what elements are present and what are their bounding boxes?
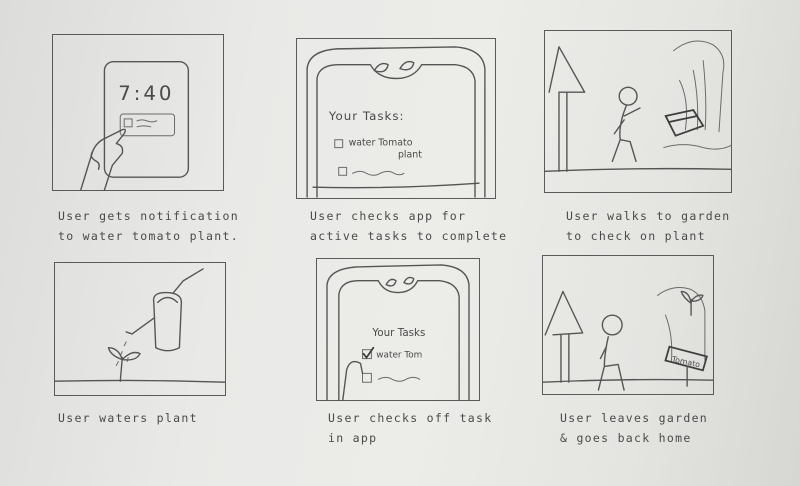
caption-line: in app bbox=[328, 431, 378, 445]
panel-3-caption: User walks to garden to check on plant bbox=[566, 206, 730, 246]
notification-icon bbox=[123, 118, 133, 128]
panel-3-frame bbox=[544, 30, 732, 193]
person-body bbox=[597, 336, 625, 391]
seedling-sketch bbox=[107, 347, 141, 382]
house-sketch bbox=[548, 46, 586, 172]
caption-line: to check on plant bbox=[566, 229, 706, 243]
caption-line: User waters plant bbox=[58, 411, 198, 425]
hand-sketch bbox=[80, 128, 126, 191]
panel-6-caption: User leaves garden & goes back home bbox=[560, 408, 708, 448]
task-checkbox-empty bbox=[362, 372, 372, 383]
caption-line: active tasks to complete bbox=[310, 229, 508, 243]
caption-line: User checks off task bbox=[328, 411, 493, 425]
finger-tap-sketch bbox=[342, 360, 364, 401]
panel-5-caption: User checks off task in app bbox=[328, 408, 492, 448]
panel-4-caption: User waters plant bbox=[58, 408, 198, 428]
caption-line: User checks app for bbox=[310, 209, 467, 223]
panel-1-caption: User gets notification to water tomato p… bbox=[58, 206, 239, 246]
person-head bbox=[601, 314, 623, 336]
task-label: water Tom bbox=[376, 351, 422, 361]
notification-card bbox=[119, 113, 176, 137]
panel-1-sketch: 7:40 bbox=[80, 60, 190, 191]
house-sketch bbox=[544, 290, 584, 383]
tasks-heading: Your Tasks bbox=[371, 327, 425, 339]
watering-can bbox=[152, 291, 183, 352]
person-head bbox=[618, 86, 638, 106]
app-leaf-icon bbox=[373, 60, 415, 73]
panel-4-frame bbox=[54, 262, 226, 396]
app-leaf-icon bbox=[385, 276, 415, 287]
panel-2-caption: User checks app for active tasks to comp… bbox=[310, 206, 507, 246]
lock-screen-clock: 7:40 bbox=[118, 82, 174, 105]
storyboard: 7:40 User gets notification to water tom… bbox=[0, 0, 800, 486]
task-label-cont: plant bbox=[398, 150, 422, 161]
panel-5-frame: Your Tasks water Tom bbox=[316, 258, 480, 401]
seedling-sketch bbox=[680, 290, 704, 316]
panel-2-frame: Your Tasks: water Tomato plant bbox=[296, 38, 496, 199]
panel-3-sketch bbox=[544, 40, 732, 172]
tasks-heading: Your Tasks: bbox=[328, 109, 405, 123]
task-checkbox-empty bbox=[338, 166, 348, 176]
task-checkbox-empty bbox=[334, 139, 344, 149]
task-label: water Tomato bbox=[349, 138, 413, 149]
person-body bbox=[611, 105, 641, 163]
caption-line: User gets notification bbox=[58, 209, 239, 223]
panel-6-frame: Tomato bbox=[542, 255, 714, 395]
panel-2-sketch: Your Tasks: water Tomato plant bbox=[306, 46, 486, 198]
garden-scribble bbox=[657, 287, 706, 363]
panel-6-sketch: Tomato bbox=[542, 287, 714, 391]
panel-1-frame: 7:40 bbox=[52, 34, 224, 191]
caption-line: & goes back home bbox=[560, 431, 692, 445]
caption-line: to water tomato plant. bbox=[58, 229, 239, 243]
garden-sign-text: Tomato bbox=[670, 354, 701, 369]
panel-5-sketch: Your Tasks water Tom bbox=[326, 264, 470, 401]
panel-4-sketch bbox=[54, 268, 226, 383]
hand-sketch bbox=[172, 268, 204, 294]
caption-line: User leaves garden bbox=[560, 411, 709, 425]
caption-line: User walks to garden bbox=[566, 209, 731, 223]
